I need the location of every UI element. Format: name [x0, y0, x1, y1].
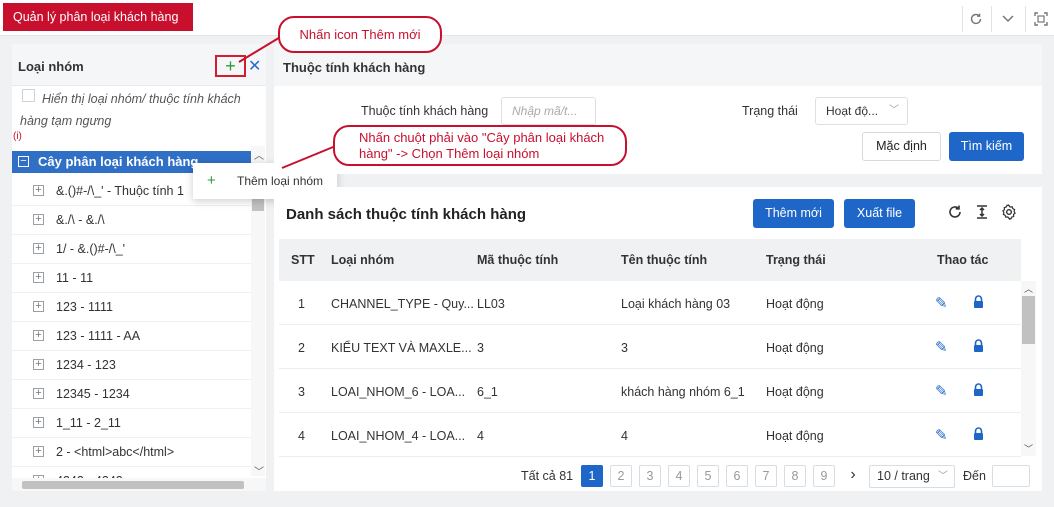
callout-right-click: Nhấn chuột phải vào "Cây phân loại khách…: [333, 125, 627, 166]
callout-add-icon: Nhấn icon Thêm mới: [278, 16, 442, 53]
callout-arrows: [238, 35, 339, 169]
